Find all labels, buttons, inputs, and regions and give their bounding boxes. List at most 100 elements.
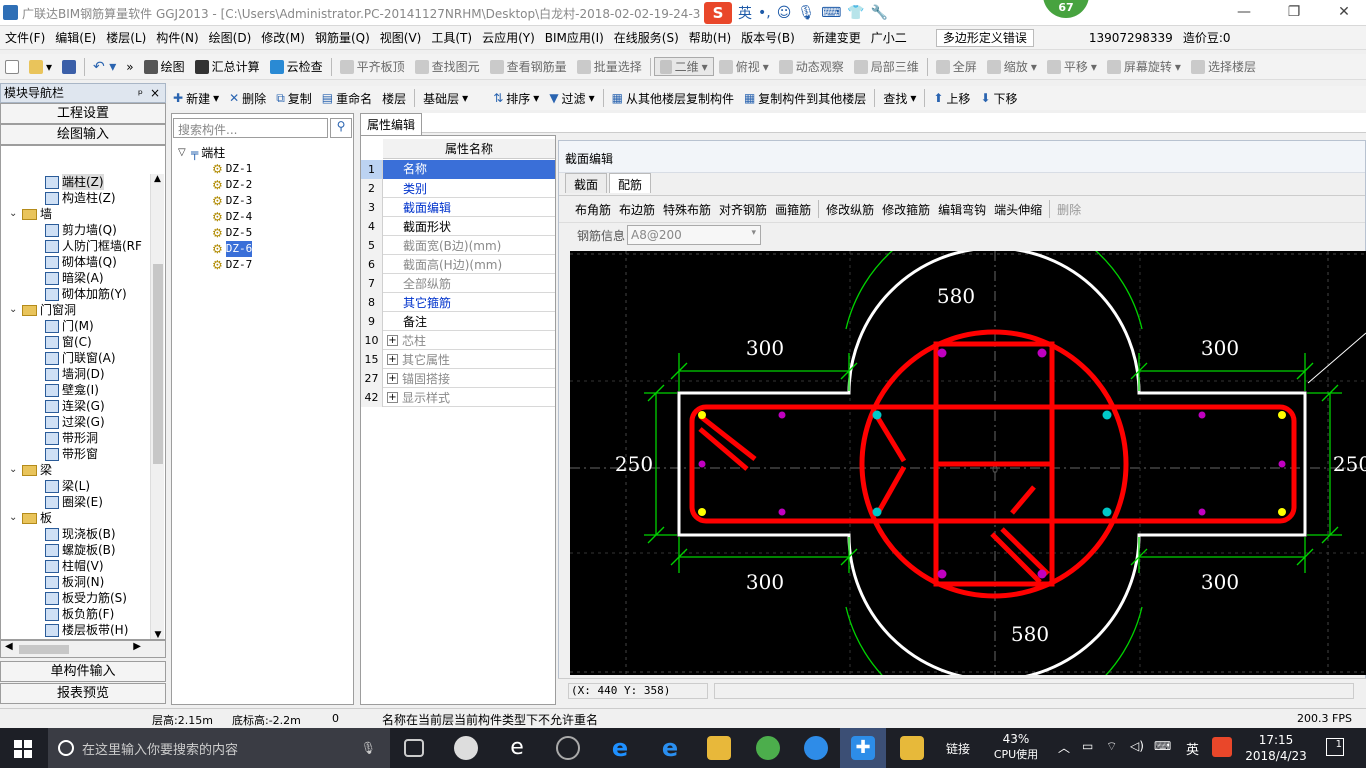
section-tool-button[interactable]: 布边筋 xyxy=(615,201,659,218)
property-row[interactable]: 2 类别 xyxy=(361,178,555,198)
taskbar-link-label[interactable]: 链接 xyxy=(946,740,970,757)
menu-item[interactable]: 楼层(L) xyxy=(101,29,151,46)
fan-app-icon[interactable] xyxy=(454,736,478,760)
browser-app-icon[interactable] xyxy=(556,736,580,760)
network-icon[interactable]: ⌔ xyxy=(1106,739,1117,754)
menu-item[interactable]: 文件(F) xyxy=(0,29,50,46)
toolbar-button[interactable]: 动态观察 xyxy=(774,58,849,75)
menu-item[interactable]: 在线服务(S) xyxy=(609,29,684,46)
nav-item[interactable]: 板洞(N) xyxy=(45,574,104,590)
draw-input-button[interactable]: 绘图输入 xyxy=(0,124,166,145)
file-explorer-icon[interactable] xyxy=(707,736,731,760)
tray-lang-indicator[interactable]: 英 xyxy=(1186,739,1199,758)
nav-item[interactable]: 暗梁(A) xyxy=(45,270,104,286)
component-item[interactable]: ⚙ DZ-2 xyxy=(212,177,252,193)
save-icon[interactable] xyxy=(57,59,81,74)
report-preview-button[interactable]: 报表预览 xyxy=(0,683,166,704)
toolbar-button[interactable]: 平移 ▾ xyxy=(1042,58,1102,75)
toolbar-button[interactable]: 屏幕旋转 ▾ xyxy=(1102,58,1186,75)
user-phone[interactable]: 13907298339 xyxy=(1084,31,1178,45)
nav-item[interactable]: 门联窗(A) xyxy=(45,350,116,366)
property-row[interactable]: 10 + 芯柱 xyxy=(361,330,555,350)
property-row[interactable]: 5 截面宽(B边)(mm) xyxy=(361,235,555,255)
nav-folder[interactable]: ⌄ 梁 xyxy=(9,462,52,478)
tools-icon[interactable]: 🔧 xyxy=(871,5,888,21)
nav-item[interactable]: 门(M) xyxy=(45,318,94,334)
menu-item[interactable]: 云应用(Y) xyxy=(477,29,540,46)
section-tool-button[interactable]: 布角筋 xyxy=(571,201,615,218)
component-item[interactable]: ⚙ DZ-4 xyxy=(212,209,252,225)
collapse-icon[interactable]: ▽ xyxy=(178,145,188,161)
clock[interactable]: 17:15 2018/4/23 xyxy=(1240,732,1312,764)
punctuation-icon[interactable]: •, xyxy=(758,5,771,21)
nav-item[interactable]: 砌体墙(Q) xyxy=(45,254,117,270)
component-toolbar-button[interactable]: ▦ 复制构件到其他楼层 xyxy=(739,90,871,107)
property-row[interactable]: 1 名称 xyxy=(361,159,555,179)
error-dropdown[interactable]: 多边形定义错误 xyxy=(935,28,1034,47)
sogou-browser-icon[interactable] xyxy=(804,736,828,760)
search-icon[interactable]: ⚲ xyxy=(330,118,352,138)
single-component-input-button[interactable]: 单构件输入 xyxy=(0,661,166,682)
nav-item[interactable]: 螺旋板(B) xyxy=(45,542,116,558)
property-row[interactable]: 15 + 其它属性 xyxy=(361,349,555,369)
floor-select[interactable]: 基础层 ▾ xyxy=(418,90,488,107)
section-tool-button[interactable]: 画箍筋 xyxy=(771,201,815,218)
toolbar-button[interactable]: 查找图元 xyxy=(410,58,485,75)
nav-item[interactable]: 人防门框墙(RF xyxy=(45,238,142,254)
toolbar-button[interactable]: 局部三维 xyxy=(849,58,924,75)
section-tool-button[interactable]: 特殊布筋 xyxy=(659,201,715,218)
nav-item[interactable]: 带形窗 xyxy=(45,446,98,462)
property-row[interactable]: 6 截面高(H边)(mm) xyxy=(361,254,555,274)
nav-item[interactable]: 柱帽(V) xyxy=(45,558,104,574)
property-row[interactable]: 42 + 显示样式 xyxy=(361,387,555,407)
mic-icon[interactable]: 🎙 xyxy=(361,741,376,755)
nav-item[interactable]: 板受力筋(S) xyxy=(45,590,127,606)
notes-app-icon[interactable] xyxy=(900,736,924,760)
notification-badge[interactable]: 67 xyxy=(1043,0,1089,18)
menu-item[interactable]: 广小二 xyxy=(866,29,912,46)
menu-item[interactable]: 修改(M) xyxy=(256,29,310,46)
component-search-input[interactable]: 搜索构件... xyxy=(173,118,328,138)
section-tool-button[interactable]: 删除 xyxy=(1053,201,1085,218)
glodon-taskbar-button[interactable]: ✚ xyxy=(840,728,886,768)
cpu-monitor[interactable]: 43% CPU使用 xyxy=(990,732,1042,762)
toolbar-button[interactable]: 绘图 xyxy=(139,58,190,75)
tab-rebar[interactable]: 配筋 xyxy=(609,173,652,193)
section-tool-button[interactable]: 修改纵筋 xyxy=(822,201,878,218)
more-icon[interactable]: » xyxy=(121,60,138,74)
component-toolbar-button[interactable]: ✚ 新建 ▾ xyxy=(168,90,224,107)
minimize-icon[interactable]: — xyxy=(1236,4,1252,20)
close-icon[interactable]: ✕ xyxy=(1336,4,1352,20)
taskbar-search-box[interactable]: 在这里输入你要搜索的内容 🎙 xyxy=(48,728,390,768)
toolbar-button[interactable]: 平齐板顶 xyxy=(335,58,410,75)
open-file-icon[interactable]: ▾ xyxy=(24,59,57,74)
undo-icon[interactable]: ↶ ▾ xyxy=(88,59,121,75)
component-item[interactable]: ⚙ DZ-5 xyxy=(212,225,252,241)
toolbar-button[interactable]: 选择楼层 xyxy=(1186,58,1261,75)
property-row[interactable]: 9 备注 xyxy=(361,311,555,331)
component-toolbar-button[interactable]: ⬇ 下移 xyxy=(975,90,1022,107)
tray-expand-icon[interactable]: ︿ xyxy=(1058,739,1070,756)
collapse-icon[interactable]: ⌄ xyxy=(9,206,19,222)
battery-icon[interactable]: ▭ xyxy=(1082,739,1093,753)
component-toolbar-button[interactable]: ⇅ 排序 ▾ xyxy=(488,90,544,107)
nav-item[interactable]: 构造柱(Z) xyxy=(45,190,116,206)
component-item[interactable]: ⚙ DZ-1 xyxy=(212,161,252,177)
component-toolbar-button[interactable]: 查找 ▾ xyxy=(878,90,921,107)
toolbar-button[interactable]: 全屏 xyxy=(931,58,982,75)
nav-item[interactable]: 砌体加筋(Y) xyxy=(45,286,127,302)
nav-item[interactable]: 圈梁(E) xyxy=(45,494,103,510)
nav-vscrollbar[interactable]: ▲ ▼ xyxy=(150,174,164,639)
toolbar-button[interactable]: 批量选择 xyxy=(572,58,647,75)
component-toolbar-button[interactable]: ▤ 重命名 xyxy=(317,90,377,107)
section-drawing-canvas[interactable]: 0 580 580 300 300 300 300 250 250 xyxy=(570,210,1366,726)
toolbar-button[interactable]: 查看钢筋量 xyxy=(485,58,572,75)
menu-item[interactable]: 编辑(E) xyxy=(50,29,101,46)
nav-scroll-thumb[interactable] xyxy=(153,264,163,464)
nav-item[interactable]: 梁(L) xyxy=(45,478,90,494)
task-view-icon[interactable] xyxy=(404,739,424,757)
keyboard-icon[interactable]: ⌨ xyxy=(821,5,841,21)
menu-item[interactable]: 工具(T) xyxy=(426,29,477,46)
component-toolbar-button[interactable]: 楼层 xyxy=(377,90,411,107)
component-item[interactable]: ⚙ DZ-6 xyxy=(212,241,253,257)
